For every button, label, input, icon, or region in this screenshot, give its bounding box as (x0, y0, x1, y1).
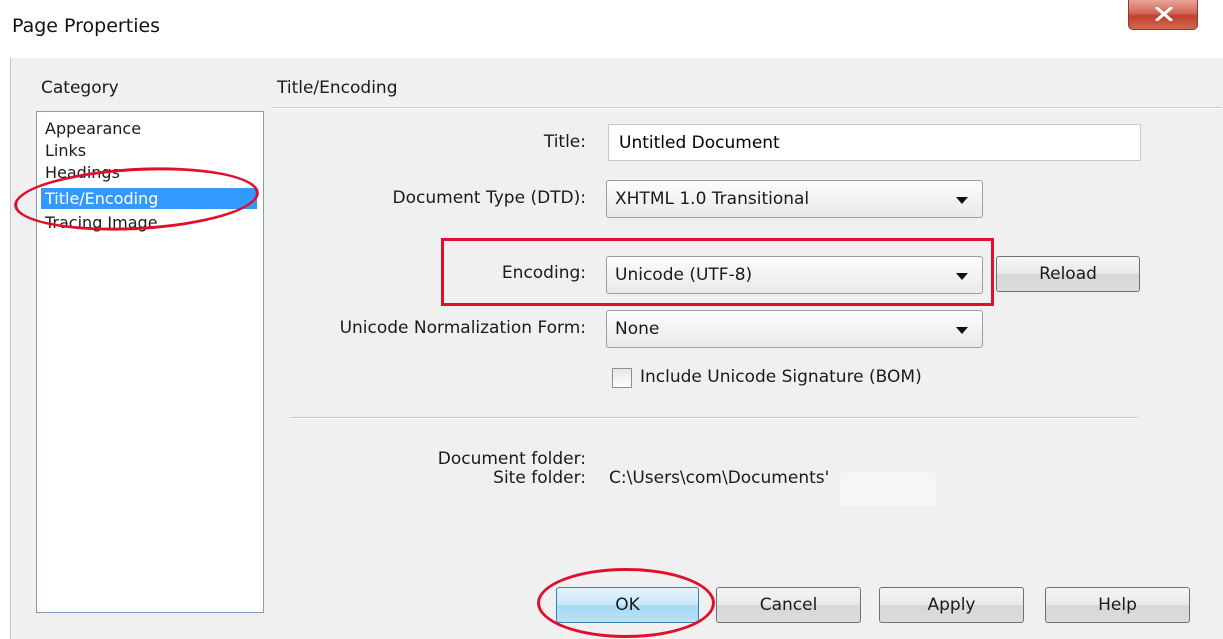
category-item-links[interactable]: Links (43, 140, 253, 161)
section-divider-highlight (272, 108, 1222, 109)
bom-checkbox[interactable] (612, 368, 632, 388)
window-title: Page Properties (12, 15, 161, 37)
site-folder-label: Site folder: (493, 468, 586, 488)
close-icon (1155, 7, 1173, 21)
site-folder-value: C:\Users\com\Documents' (609, 468, 830, 488)
apply-button[interactable]: Apply (879, 587, 1024, 623)
annotation-rectangle (441, 238, 994, 306)
help-label: Help (1098, 595, 1137, 615)
annotation-ellipse-ok (537, 568, 715, 638)
normalization-value: None (615, 319, 660, 339)
title-bar: Page Properties (0, 0, 1223, 58)
apply-label: Apply (927, 595, 976, 615)
chevron-down-icon (956, 327, 968, 334)
title-label: Title: (543, 132, 586, 152)
category-item-appearance[interactable]: Appearance (43, 118, 253, 139)
title-input[interactable] (608, 124, 1141, 161)
divider-highlight (290, 418, 1138, 419)
chevron-down-icon (956, 197, 968, 204)
normalization-label: Unicode Normalization Form: (339, 318, 586, 338)
cancel-label: Cancel (759, 595, 818, 615)
bom-label[interactable]: Include Unicode Signature (BOM) (640, 367, 922, 387)
reload-label: Reload (1039, 264, 1097, 284)
doctype-value: XHTML 1.0 Transitional (615, 189, 810, 209)
section-title: Title/Encoding (277, 78, 398, 98)
document-folder-label: Document folder: (437, 449, 586, 469)
doctype-select[interactable]: XHTML 1.0 Transitional (606, 180, 983, 218)
cancel-button[interactable]: Cancel (716, 587, 861, 623)
category-label: Category (41, 78, 119, 98)
normalization-select[interactable]: None (606, 310, 983, 348)
doctype-label: Document Type (DTD): (392, 188, 586, 208)
close-button[interactable] (1128, 0, 1198, 30)
reload-button[interactable]: Reload (996, 256, 1140, 292)
site-folder-field (840, 472, 936, 506)
help-button[interactable]: Help (1045, 587, 1190, 623)
